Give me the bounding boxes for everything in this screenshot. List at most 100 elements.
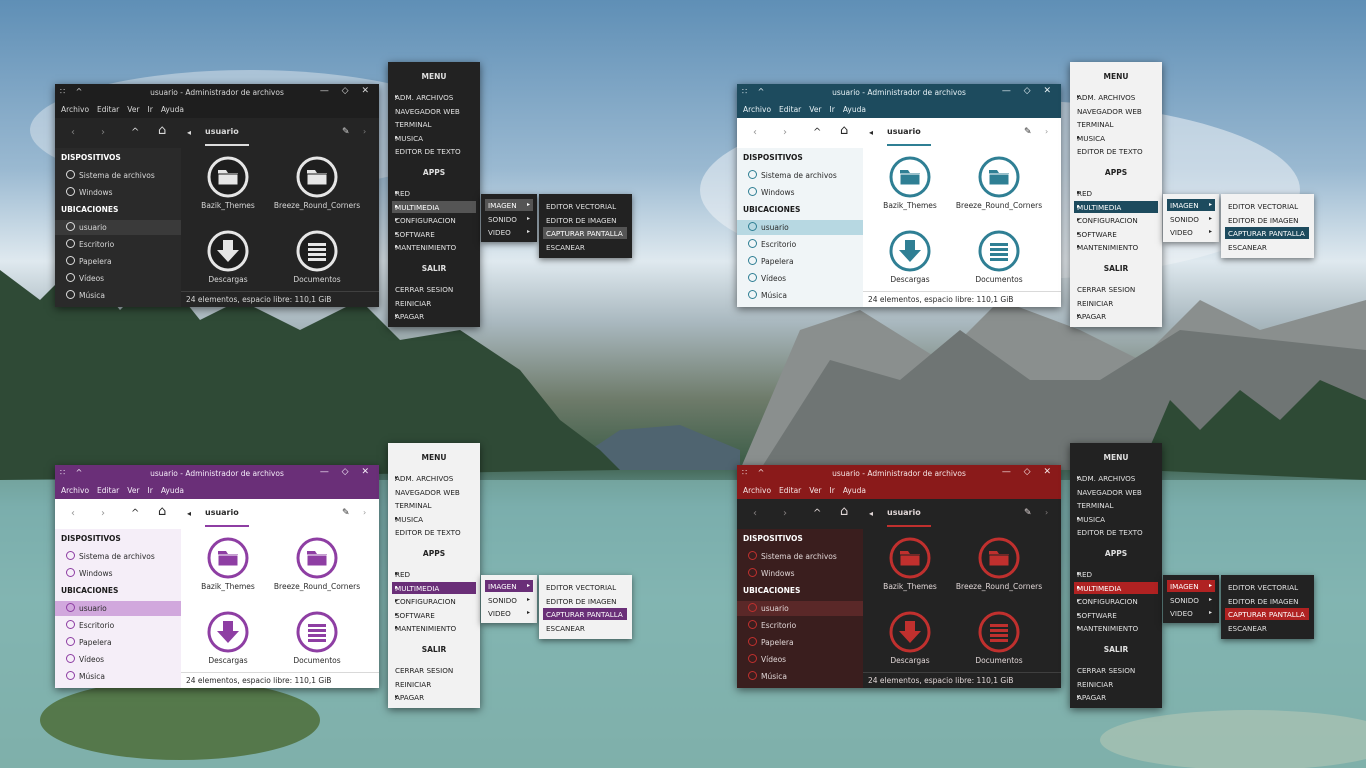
- menu-item[interactable]: ADM. ARCHIVOS ▸: [392, 472, 476, 484]
- menu-item[interactable]: REINICIAR: [1074, 678, 1158, 690]
- menu-item[interactable]: CERRAR SESION: [1074, 664, 1158, 676]
- menu-editar[interactable]: Editar: [97, 486, 119, 495]
- file-item[interactable]: Breeze_Round_Corners: [955, 537, 1043, 592]
- menu-item[interactable]: EDITOR DE TEXTO: [1074, 526, 1158, 538]
- home-button[interactable]: ⌂: [158, 123, 166, 138]
- menu-ver[interactable]: Ver: [809, 486, 821, 495]
- submenu-item[interactable]: IMAGEN ▸: [485, 199, 533, 211]
- menu-item[interactable]: MUSICA ▸: [1074, 513, 1158, 525]
- menu-item[interactable]: ADM. ARCHIVOS ▸: [392, 91, 476, 103]
- submenu-item[interactable]: VIDEO ▸: [485, 226, 533, 238]
- up-button[interactable]: ^: [131, 508, 139, 519]
- sidebar-item-place-3[interactable]: Vídeos: [55, 271, 181, 286]
- submenu-item[interactable]: SONIDO ▸: [485, 213, 533, 225]
- window-controls[interactable]: — ◇ ✕: [320, 467, 374, 477]
- menu-ir[interactable]: Ir: [830, 486, 835, 495]
- sidebar-item-place-4[interactable]: Música: [55, 288, 181, 303]
- submenu-item[interactable]: IMAGEN ▸: [485, 580, 533, 592]
- file-item[interactable]: Bazik_Themes: [184, 537, 272, 592]
- home-button[interactable]: ⌂: [158, 504, 166, 519]
- menu-item[interactable]: MULTIMEDIA ▸: [392, 581, 476, 594]
- window-controls[interactable]: — ◇ ✕: [1002, 86, 1056, 96]
- menu-item[interactable]: TERMINAL: [1074, 118, 1158, 130]
- menu-item[interactable]: SOFTWARE ▸: [1074, 609, 1158, 621]
- file-item[interactable]: Descargas: [866, 230, 954, 285]
- menu-item[interactable]: RED ▸: [1074, 568, 1158, 580]
- menu-item[interactable]: NAVEGADOR WEB: [392, 486, 476, 498]
- sidebar-item-place-1[interactable]: Escritorio: [55, 237, 181, 252]
- menu-ir[interactable]: Ir: [148, 105, 153, 114]
- sidebar-item-place-2[interactable]: Papelera: [55, 635, 181, 650]
- menu-item[interactable]: EDITOR DE TEXTO: [392, 145, 476, 157]
- submenu-item[interactable]: CAPTURAR PANTALLA: [543, 608, 627, 620]
- file-item[interactable]: Documentos: [273, 230, 361, 285]
- path-prev-button[interactable]: ◂: [187, 509, 191, 518]
- menu-item[interactable]: MUSICA ▸: [1074, 132, 1158, 144]
- submenu-item[interactable]: SONIDO ▸: [1167, 594, 1215, 606]
- menu-item[interactable]: TERMINAL: [392, 118, 476, 130]
- file-item[interactable]: Bazik_Themes: [866, 537, 954, 592]
- edit-location-button[interactable]: ✎: [342, 508, 350, 518]
- menu-item[interactable]: MANTENIMIENTO ▸: [1074, 622, 1158, 634]
- menu-item[interactable]: EDITOR DE TEXTO: [392, 526, 476, 538]
- file-item[interactable]: Descargas: [866, 611, 954, 666]
- menu-ayuda[interactable]: Ayuda: [843, 486, 866, 495]
- menu-archivo[interactable]: Archivo: [61, 105, 89, 114]
- path-prev-button[interactable]: ◂: [869, 128, 873, 137]
- menu-item[interactable]: APAGAR ▸: [1074, 691, 1158, 703]
- submenu-item[interactable]: IMAGEN ▸: [1167, 580, 1215, 592]
- menu-item[interactable]: MULTIMEDIA ▸: [1074, 581, 1158, 594]
- forward-button[interactable]: ›: [101, 508, 105, 519]
- menu-ayuda[interactable]: Ayuda: [161, 486, 184, 495]
- menu-item[interactable]: CONFIGURACION ▸: [392, 595, 476, 607]
- menu-archivo[interactable]: Archivo: [743, 105, 771, 114]
- sidebar-item-place-2[interactable]: Papelera: [737, 635, 863, 650]
- submenu-item[interactable]: IMAGEN ▸: [1167, 199, 1215, 211]
- submenu-item[interactable]: EDITOR VECTORIAL: [1225, 581, 1309, 593]
- menu-item[interactable]: SOFTWARE ▸: [392, 228, 476, 240]
- forward-button[interactable]: ›: [783, 127, 787, 138]
- menu-item[interactable]: RED ▸: [1074, 187, 1158, 199]
- sidebar-item-place-2[interactable]: Papelera: [737, 254, 863, 269]
- menu-editar[interactable]: Editar: [779, 486, 801, 495]
- menu-item[interactable]: MULTIMEDIA ▸: [392, 200, 476, 213]
- menu-ver[interactable]: Ver: [809, 105, 821, 114]
- file-item[interactable]: Bazik_Themes: [866, 156, 954, 211]
- sidebar-item-device-1[interactable]: Windows: [55, 185, 181, 200]
- back-button[interactable]: ‹: [753, 508, 757, 519]
- menu-item[interactable]: RED ▸: [392, 568, 476, 580]
- menu-ir[interactable]: Ir: [830, 105, 835, 114]
- home-button[interactable]: ⌂: [840, 504, 848, 519]
- submenu-item[interactable]: ESCANEAR: [1225, 241, 1309, 253]
- sidebar-item-place-0[interactable]: usuario: [55, 601, 181, 616]
- menu-item[interactable]: NAVEGADOR WEB: [1074, 486, 1158, 498]
- menu-editar[interactable]: Editar: [779, 105, 801, 114]
- menu-ver[interactable]: Ver: [127, 486, 139, 495]
- menu-item[interactable]: CERRAR SESION: [392, 664, 476, 676]
- location-breadcrumb[interactable]: usuario: [205, 118, 249, 146]
- sidebar-item-place-1[interactable]: Escritorio: [55, 618, 181, 633]
- sidebar-item-place-0[interactable]: usuario: [55, 220, 181, 235]
- edit-location-button[interactable]: ✎: [1024, 508, 1032, 518]
- submenu-item[interactable]: SONIDO ▸: [485, 594, 533, 606]
- back-button[interactable]: ‹: [753, 127, 757, 138]
- menu-item[interactable]: MANTENIMIENTO ▸: [392, 241, 476, 253]
- menu-item[interactable]: SOFTWARE ▸: [1074, 228, 1158, 240]
- edit-location-button[interactable]: ✎: [342, 127, 350, 137]
- sidebar-item-device-1[interactable]: Windows: [55, 566, 181, 581]
- window-titlebar[interactable]: ∷ ^ usuario - Administrador de archivos — …: [737, 465, 1061, 483]
- sidebar-item-place-0[interactable]: usuario: [737, 601, 863, 616]
- location-breadcrumb[interactable]: usuario: [887, 118, 931, 146]
- sidebar-item-device-1[interactable]: Windows: [737, 185, 863, 200]
- menu-item[interactable]: REINICIAR: [392, 678, 476, 690]
- menu-item[interactable]: MULTIMEDIA ▸: [1074, 200, 1158, 213]
- submenu-item[interactable]: EDITOR VECTORIAL: [1225, 200, 1309, 212]
- window-titlebar[interactable]: ∷ ^ usuario - Administrador de archivos — …: [737, 84, 1061, 102]
- location-breadcrumb[interactable]: usuario: [887, 499, 931, 527]
- path-next-button[interactable]: ›: [1045, 127, 1048, 136]
- submenu-item[interactable]: EDITOR DE IMAGEN: [543, 214, 627, 226]
- sidebar-item-device-0[interactable]: Sistema de archivos: [737, 549, 863, 564]
- file-item[interactable]: Documentos: [273, 611, 361, 666]
- submenu-item[interactable]: EDITOR DE IMAGEN: [1225, 214, 1309, 226]
- file-item[interactable]: Breeze_Round_Corners: [273, 537, 361, 592]
